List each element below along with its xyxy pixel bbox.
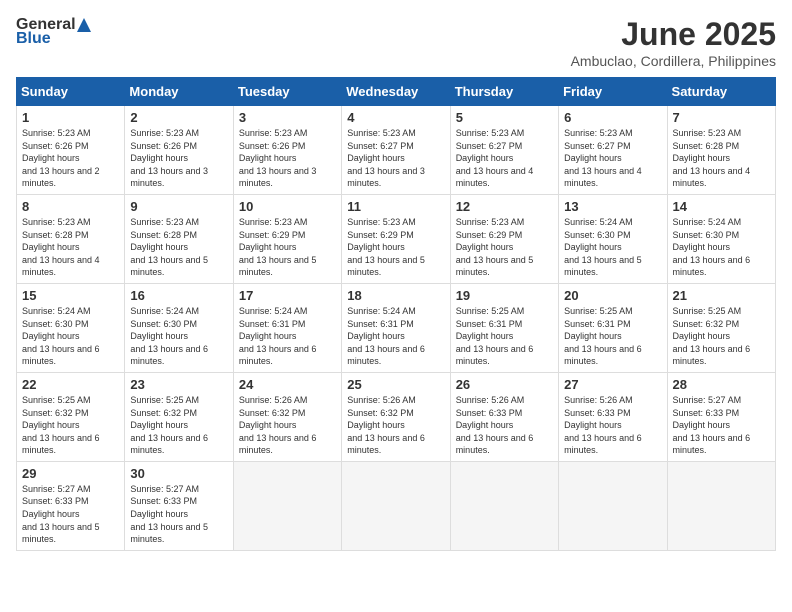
- subtitle: Ambuclao, Cordillera, Philippines: [571, 53, 776, 69]
- calendar-cell: 25Sunrise: 5:26 AMSunset: 6:32 PMDayligh…: [342, 372, 450, 461]
- calendar-cell: 26Sunrise: 5:26 AMSunset: 6:33 PMDayligh…: [450, 372, 558, 461]
- calendar-cell: 24Sunrise: 5:26 AMSunset: 6:32 PMDayligh…: [233, 372, 341, 461]
- page-header: General Blue June 2025 Ambuclao, Cordill…: [16, 16, 776, 69]
- header-saturday: Saturday: [667, 78, 775, 106]
- logo: General Blue: [16, 16, 92, 48]
- calendar-cell: 21Sunrise: 5:25 AMSunset: 6:32 PMDayligh…: [667, 283, 775, 372]
- calendar-cell: [667, 461, 775, 550]
- header-monday: Monday: [125, 78, 233, 106]
- calendar-table: Sunday Monday Tuesday Wednesday Thursday…: [16, 77, 776, 551]
- calendar-cell: 8Sunrise: 5:23 AMSunset: 6:28 PMDaylight…: [17, 194, 125, 283]
- week-row: 8Sunrise: 5:23 AMSunset: 6:28 PMDaylight…: [17, 194, 776, 283]
- calendar-cell: 11Sunrise: 5:23 AMSunset: 6:29 PMDayligh…: [342, 194, 450, 283]
- week-row: 15Sunrise: 5:24 AMSunset: 6:30 PMDayligh…: [17, 283, 776, 372]
- calendar-cell: 20Sunrise: 5:25 AMSunset: 6:31 PMDayligh…: [559, 283, 667, 372]
- calendar-cell: 15Sunrise: 5:24 AMSunset: 6:30 PMDayligh…: [17, 283, 125, 372]
- header-thursday: Thursday: [450, 78, 558, 106]
- calendar-cell: 3Sunrise: 5:23 AMSunset: 6:26 PMDaylight…: [233, 106, 341, 195]
- header-friday: Friday: [559, 78, 667, 106]
- calendar-cell: 5Sunrise: 5:23 AMSunset: 6:27 PMDaylight…: [450, 106, 558, 195]
- calendar-cell: 7Sunrise: 5:23 AMSunset: 6:28 PMDaylight…: [667, 106, 775, 195]
- calendar-cell: [559, 461, 667, 550]
- calendar-cell: 30Sunrise: 5:27 AMSunset: 6:33 PMDayligh…: [125, 461, 233, 550]
- main-title: June 2025: [571, 16, 776, 53]
- calendar-cell: 16Sunrise: 5:24 AMSunset: 6:30 PMDayligh…: [125, 283, 233, 372]
- calendar-cell: 9Sunrise: 5:23 AMSunset: 6:28 PMDaylight…: [125, 194, 233, 283]
- calendar-cell: 22Sunrise: 5:25 AMSunset: 6:32 PMDayligh…: [17, 372, 125, 461]
- week-row-1: 1Sunrise: 5:23 AMSunset: 6:26 PMDaylight…: [17, 106, 776, 195]
- calendar-cell: 4Sunrise: 5:23 AMSunset: 6:27 PMDaylight…: [342, 106, 450, 195]
- calendar-cell: [450, 461, 558, 550]
- calendar-cell: 10Sunrise: 5:23 AMSunset: 6:29 PMDayligh…: [233, 194, 341, 283]
- calendar-cell: 18Sunrise: 5:24 AMSunset: 6:31 PMDayligh…: [342, 283, 450, 372]
- calendar-cell: 27Sunrise: 5:26 AMSunset: 6:33 PMDayligh…: [559, 372, 667, 461]
- calendar-cell: 1Sunrise: 5:23 AMSunset: 6:26 PMDaylight…: [17, 106, 125, 195]
- calendar-cell: 28Sunrise: 5:27 AMSunset: 6:33 PMDayligh…: [667, 372, 775, 461]
- calendar-cell: 12Sunrise: 5:23 AMSunset: 6:29 PMDayligh…: [450, 194, 558, 283]
- page-container: General Blue June 2025 Ambuclao, Cordill…: [16, 16, 776, 551]
- calendar-cell: 2Sunrise: 5:23 AMSunset: 6:26 PMDaylight…: [125, 106, 233, 195]
- calendar-cell: 6Sunrise: 5:23 AMSunset: 6:27 PMDaylight…: [559, 106, 667, 195]
- weekday-header-row: Sunday Monday Tuesday Wednesday Thursday…: [17, 78, 776, 106]
- logo-blue: Blue: [16, 30, 92, 48]
- week-row: 29Sunrise: 5:27 AMSunset: 6:33 PMDayligh…: [17, 461, 776, 550]
- header-sunday: Sunday: [17, 78, 125, 106]
- title-section: June 2025 Ambuclao, Cordillera, Philippi…: [571, 16, 776, 69]
- calendar-cell: 17Sunrise: 5:24 AMSunset: 6:31 PMDayligh…: [233, 283, 341, 372]
- calendar-cell: 14Sunrise: 5:24 AMSunset: 6:30 PMDayligh…: [667, 194, 775, 283]
- header-tuesday: Tuesday: [233, 78, 341, 106]
- header-wednesday: Wednesday: [342, 78, 450, 106]
- calendar-cell: 29Sunrise: 5:27 AMSunset: 6:33 PMDayligh…: [17, 461, 125, 550]
- calendar-cell: [342, 461, 450, 550]
- week-row: 22Sunrise: 5:25 AMSunset: 6:32 PMDayligh…: [17, 372, 776, 461]
- calendar-cell: [233, 461, 341, 550]
- calendar-cell: 19Sunrise: 5:25 AMSunset: 6:31 PMDayligh…: [450, 283, 558, 372]
- calendar-cell: 23Sunrise: 5:25 AMSunset: 6:32 PMDayligh…: [125, 372, 233, 461]
- calendar-cell: 13Sunrise: 5:24 AMSunset: 6:30 PMDayligh…: [559, 194, 667, 283]
